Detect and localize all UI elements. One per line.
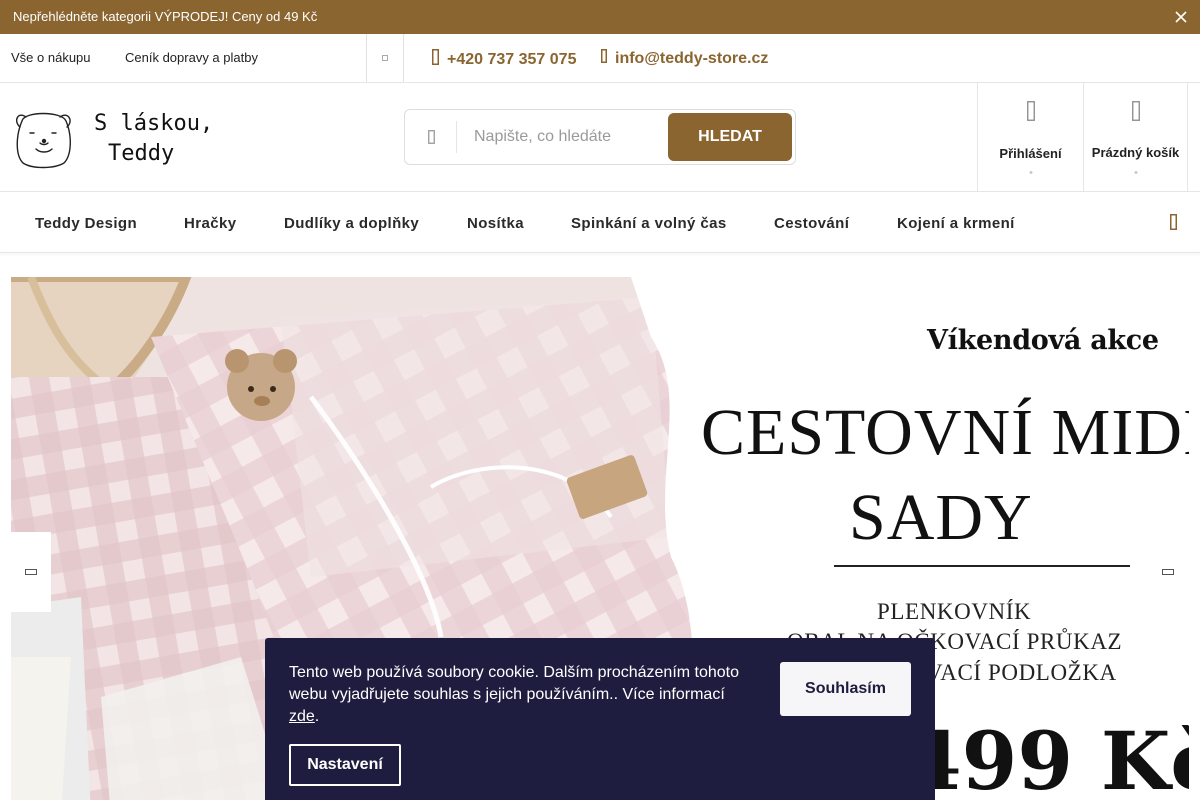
banner-headline-2: SADY	[849, 481, 1033, 554]
cookie-settings-button[interactable]: Nastavení	[289, 744, 401, 786]
nav-item-toys[interactable]: Hračky	[184, 215, 236, 232]
login-label: Přihlášení	[999, 146, 1062, 161]
slider-next-button[interactable]	[1148, 532, 1188, 612]
close-icon[interactable]	[1170, 6, 1192, 28]
nav-item-feeding[interactable]: Kojení a krmení	[897, 215, 1015, 232]
login-button[interactable]: Přihlášení	[977, 83, 1083, 191]
search-icon[interactable]	[405, 110, 457, 164]
announcement-text[interactable]: Nepřehlédněte kategorii VÝPRODEJ! Ceny o…	[13, 9, 317, 24]
logo-text: S láskou, Teddy	[94, 109, 213, 169]
phone-icon	[432, 49, 439, 70]
logo[interactable]: S láskou, Teddy	[14, 105, 214, 171]
search-divider	[456, 121, 457, 153]
cart-label: Prázdný košík	[1091, 145, 1180, 160]
cookie-message: Tento web používá soubory cookie. Dalším…	[289, 662, 759, 728]
phone-number: +420 737 357 075	[447, 50, 577, 68]
search-button[interactable]: HLEDAT	[668, 113, 792, 161]
dropdown-dot	[1029, 171, 1032, 174]
chevron-down-icon[interactable]	[367, 34, 403, 82]
dropdown-dot	[1134, 171, 1137, 174]
email-address: info@teddy-store.cz	[615, 49, 769, 67]
nav-item-teddy-design[interactable]: Teddy Design	[35, 215, 137, 232]
phone-link[interactable]: +420 737 357 075	[432, 49, 576, 70]
banner-price: 499 Kč	[906, 714, 1189, 800]
email-icon	[601, 49, 607, 68]
menu-more-icon[interactable]	[1160, 209, 1186, 235]
cookie-message-text: Tento web používá soubory cookie. Dalším…	[289, 664, 740, 703]
divider	[403, 34, 404, 82]
banner-item-1: PLENKOVNÍK	[877, 599, 1032, 624]
top-info-bar: Vše o nákupu Ceník dopravy a platby +420…	[0, 34, 1200, 83]
search-input[interactable]	[461, 120, 661, 154]
arrow-left-icon	[25, 569, 37, 575]
cookie-message-end: .	[314, 708, 320, 725]
banner-headline-1: CESTOVNÍ MIDI	[701, 396, 1189, 469]
cart-icon	[1131, 101, 1140, 126]
site-header: S láskou, Teddy HLEDAT Přihlášení Prázdn…	[0, 83, 1200, 192]
cart-button[interactable]: Prázdný košík	[1083, 83, 1188, 191]
logo-line-2: Teddy	[108, 141, 175, 166]
nav-item-travel[interactable]: Cestování	[774, 215, 849, 232]
teddy-bear-logo-icon	[16, 112, 71, 169]
link-about-shopping[interactable]: Vše o nákupu	[11, 50, 91, 65]
announcement-bar: Nepřehlédněte kategorii VÝPRODEJ! Ceny o…	[0, 0, 1200, 34]
nav-item-pacifiers[interactable]: Dudlíky a doplňky	[284, 215, 419, 232]
slider-prev-button[interactable]	[11, 532, 51, 612]
banner-title: Víkendová akce	[927, 325, 1159, 356]
banner-divider	[834, 565, 1130, 567]
nav-item-sleep-leisure[interactable]: Spinkání a volný čas	[571, 215, 727, 232]
logo-line-1: S láskou,	[94, 111, 214, 136]
arrow-right-icon	[1162, 569, 1174, 575]
cookie-accept-button[interactable]: Souhlasím	[780, 662, 911, 716]
email-link[interactable]: info@teddy-store.cz	[601, 49, 768, 68]
cookie-consent-dialog: Tento web používá soubory cookie. Dalším…	[265, 638, 935, 800]
cookie-more-info-link[interactable]: zde	[289, 708, 315, 725]
search-box: HLEDAT	[404, 109, 796, 165]
main-navigation: Teddy Design Hračky Dudlíky a doplňky No…	[0, 192, 1200, 253]
link-shipping-prices[interactable]: Ceník dopravy a platby	[125, 50, 258, 65]
nav-item-carriers[interactable]: Nosítka	[467, 215, 524, 232]
user-icon	[1026, 101, 1035, 126]
